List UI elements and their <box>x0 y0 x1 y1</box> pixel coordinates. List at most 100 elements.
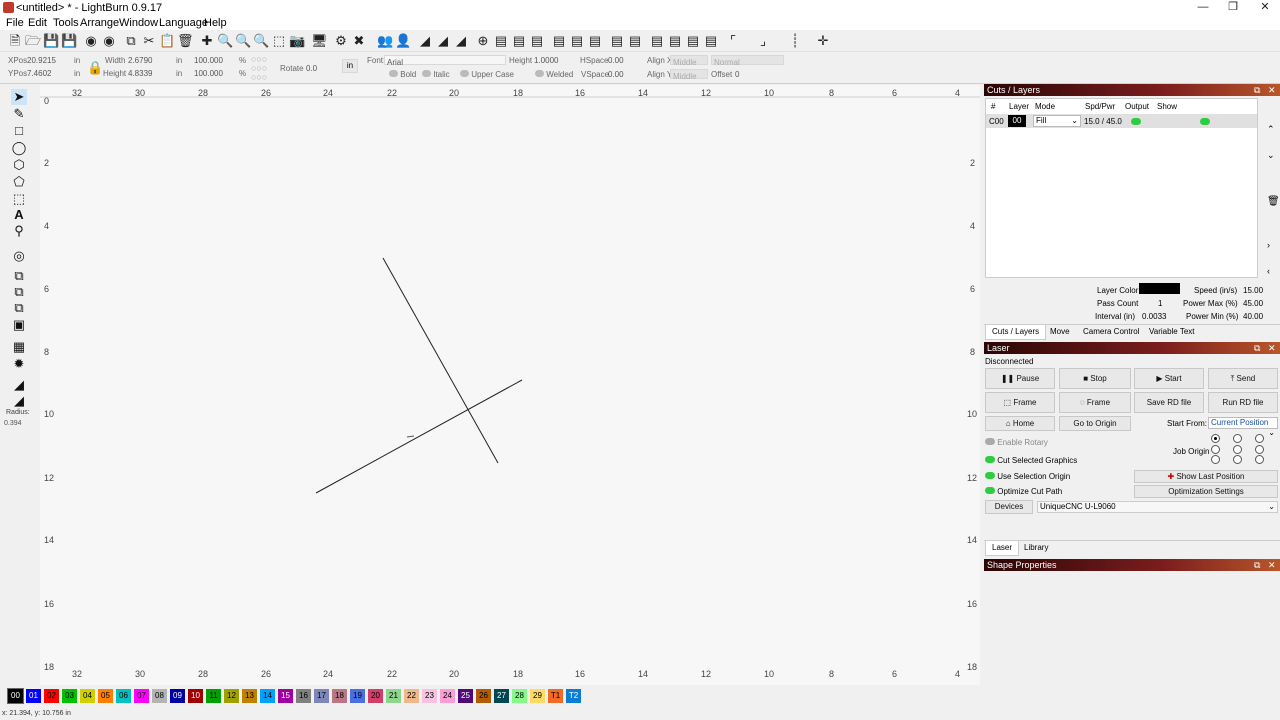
lock-icon[interactable]: 🔒 <box>87 60 103 76</box>
italic-toggle[interactable]: Italic <box>422 70 450 79</box>
hspace-field[interactable]: 0.00 <box>608 56 624 65</box>
palette-swatch-12[interactable]: 12 <box>224 689 239 703</box>
intersect-icon[interactable]: ▣ <box>11 317 27 333</box>
group-icon[interactable]: 👥 <box>377 33 393 49</box>
flip-h-icon[interactable]: ◢ <box>417 33 433 49</box>
power-max-field[interactable]: 45.00 <box>1243 299 1263 308</box>
optimization-settings-button[interactable]: Optimization Settings <box>1134 485 1278 498</box>
union-icon[interactable]: ⧉ <box>11 284 27 300</box>
ypos-field[interactable]: 7.4602 <box>27 69 51 78</box>
menu-help[interactable]: Help <box>204 16 227 30</box>
tab-cuts-layers[interactable]: Cuts / Layers <box>985 325 1047 340</box>
settings-icon[interactable]: ⚙ <box>333 33 349 49</box>
origin-bc-radio[interactable] <box>1233 455 1242 464</box>
move-icon[interactable]: ✚ <box>199 33 215 49</box>
palette-swatch-t2[interactable]: T2 <box>566 689 581 703</box>
float-icon[interactable]: ⧉ <box>1254 84 1260 96</box>
palette-swatch-18[interactable]: 18 <box>332 689 347 703</box>
origin-tc-radio[interactable] <box>1233 434 1242 443</box>
mirror-icon[interactable]: ◢ <box>453 33 469 49</box>
ellipse-tool-icon[interactable]: ◯ <box>11 140 27 156</box>
origin-tl-radio[interactable] <box>1211 434 1220 443</box>
stop-button[interactable]: ■ Stop <box>1059 368 1131 389</box>
open-icon[interactable]: 🗁 <box>25 33 41 49</box>
align-right-icon[interactable]: ▤ <box>529 33 545 49</box>
palette-swatch-23[interactable]: 23 <box>422 689 437 703</box>
upper-case-toggle[interactable]: Upper Case <box>460 70 514 79</box>
save-as-icon[interactable]: 💾 <box>61 33 77 49</box>
monitor-icon[interactable]: 🖥 <box>311 33 328 49</box>
palette-swatch-20[interactable]: 20 <box>368 689 383 703</box>
crop-tool-icon[interactable]: ⬚ <box>11 191 27 207</box>
align-left-icon[interactable]: ▤ <box>493 33 509 49</box>
minimize-icon[interactable]: — <box>1188 0 1218 16</box>
palette-swatch-28[interactable]: 28 <box>512 689 527 703</box>
maximize-icon[interactable]: ❐ <box>1218 0 1248 16</box>
show-last-position-button[interactable]: ✚ Show Last Position <box>1134 470 1278 483</box>
interval-field[interactable]: 0.0033 <box>1142 312 1166 321</box>
radius-field[interactable]: 0.394 <box>4 420 22 427</box>
origin-ml-radio[interactable] <box>1211 445 1220 454</box>
palette-swatch-07[interactable]: 07 <box>134 689 149 703</box>
align-top-icon[interactable]: ▤ <box>551 33 567 49</box>
circle-frame-button[interactable]: ◌ Frame <box>1059 392 1131 413</box>
space-v-icon[interactable]: ▤ <box>667 33 683 49</box>
tab-move[interactable]: Move <box>1050 325 1070 339</box>
menu-arrange[interactable]: Arrange <box>80 16 119 30</box>
offset-shapes-icon[interactable]: ◎ <box>11 248 27 264</box>
text-mode-select[interactable]: Normal <box>711 55 784 67</box>
rounded-corner-icon[interactable]: ◢ <box>11 377 27 393</box>
shape-float-icon[interactable]: ⧉ <box>1254 559 1260 571</box>
crosshair-icon[interactable]: ✛ <box>815 33 831 49</box>
distribute-v-icon[interactable]: ▤ <box>627 33 643 49</box>
row-show-toggle[interactable] <box>1200 118 1210 125</box>
devices-button[interactable]: Devices <box>985 500 1033 514</box>
palette-swatch-06[interactable]: 06 <box>116 689 131 703</box>
table-row[interactable]: C00 00 Fill ⌄ 15.0 / 45.0 <box>986 114 1257 128</box>
palette-swatch-t1[interactable]: T1 <box>548 689 563 703</box>
shape-close-icon[interactable]: ✕ <box>1268 559 1276 571</box>
new-file-icon[interactable]: 🗎 <box>7 33 23 49</box>
laser-close-icon[interactable]: ✕ <box>1268 342 1276 354</box>
bold-toggle[interactable]: Bold <box>389 70 416 79</box>
anchor-grid-icon[interactable]: ○○○ ○○○ ○○○ <box>251 55 267 82</box>
text-tool-icon[interactable]: A <box>11 207 27 223</box>
palette-swatch-24[interactable]: 24 <box>440 689 455 703</box>
palette-swatch-03[interactable]: 03 <box>62 689 77 703</box>
cut-selected-toggle[interactable]: Cut Selected Graphics <box>985 456 1077 465</box>
use-selection-origin-toggle[interactable]: Use Selection Origin <box>985 472 1070 481</box>
start-from-select[interactable]: Current Position ⌄ <box>1208 417 1278 437</box>
save-icon[interactable]: 💾 <box>43 33 59 49</box>
aligny-select[interactable]: Middle <box>670 69 708 81</box>
trash-icon[interactable]: 🗑 <box>1267 196 1280 207</box>
xpos-field[interactable]: 20.9215 <box>27 56 56 65</box>
design-line-a[interactable] <box>382 257 499 464</box>
pause-button[interactable]: ❚❚ Pause <box>985 368 1055 389</box>
tab-variable-text[interactable]: Variable Text <box>1149 325 1195 339</box>
tab-library[interactable]: Library <box>1024 541 1048 555</box>
tab-laser[interactable]: Laser <box>985 541 1020 556</box>
height-field[interactable]: 4.8339 <box>128 69 152 78</box>
move-up-icon[interactable]: ⌃ <box>1267 124 1275 135</box>
close-icon[interactable]: ✕ <box>1250 0 1280 16</box>
origin-mc-radio[interactable] <box>1233 445 1242 454</box>
close-panel-icon[interactable]: ✕ <box>1268 84 1276 96</box>
same-height-icon[interactable]: ▤ <box>703 33 719 49</box>
align-bottom-icon[interactable]: ▤ <box>587 33 603 49</box>
pass-count-field[interactable]: 1 <box>1158 299 1162 308</box>
space-h-icon[interactable]: ▤ <box>649 33 665 49</box>
menu-language[interactable]: Language <box>159 16 208 30</box>
palette-swatch-29[interactable]: 29 <box>530 689 545 703</box>
go-to-origin-button[interactable]: Go to Origin <box>1059 416 1131 431</box>
palette-swatch-04[interactable]: 04 <box>80 689 95 703</box>
menu-window[interactable]: Window <box>119 16 158 30</box>
start-button[interactable]: ▶ Start <box>1134 368 1204 389</box>
frame-button[interactable]: ⬚ Frame <box>985 392 1055 413</box>
palette-swatch-22[interactable]: 22 <box>404 689 419 703</box>
position-laser-icon[interactable]: ⚲ <box>11 223 27 239</box>
tools-icon[interactable]: ✖ <box>351 33 367 49</box>
chamfer-icon[interactable]: ◢ <box>11 393 27 409</box>
zoom-fit-icon[interactable]: 🔍 <box>253 33 269 49</box>
palette-swatch-02[interactable]: 02 <box>44 689 59 703</box>
origin-tr-radio[interactable] <box>1255 434 1264 443</box>
